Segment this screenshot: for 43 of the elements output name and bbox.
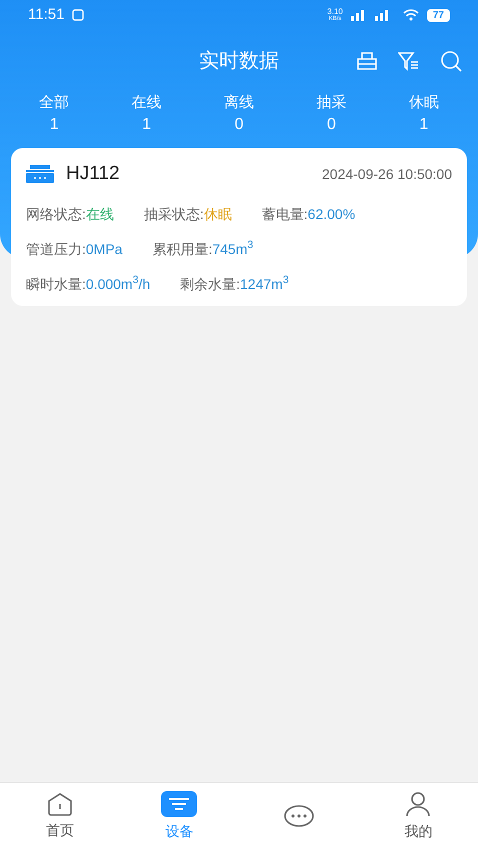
status-label[interactable]: 抽采 — [316, 92, 346, 114]
status-label[interactable]: 在线 — [132, 92, 162, 114]
device-icon — [161, 791, 198, 817]
update-time: 2024-09-26 10:50:00 — [322, 164, 452, 184]
field-value: 休眠 — [204, 204, 232, 224]
field-label: 剩余水量: — [180, 274, 240, 294]
status-count: 1 — [50, 115, 59, 135]
person-icon — [405, 791, 432, 817]
field-value: 745m$^{3}$ — [212, 238, 254, 258]
field-value: 62.00% — [308, 204, 356, 224]
wifi-icon — [402, 9, 419, 21]
status-label[interactable]: 离线 — [224, 92, 254, 114]
chat-bubble-icon — [282, 804, 315, 830]
nav-tab[interactable]: 首页 — [0, 783, 120, 850]
nav-tab[interactable]: 设备 — [120, 783, 239, 850]
field-value: 0.000m$^{3}$/h — [86, 274, 150, 294]
device-icon — [26, 165, 54, 184]
status-count: 0 — [326, 115, 336, 135]
field-label: 蓄电量: — [262, 204, 308, 224]
status-count: 1 — [142, 115, 152, 135]
field-value: 1247m$^{3}$ — [240, 274, 289, 294]
status-label[interactable]: 全部 — [39, 92, 70, 114]
nav-tab[interactable]: 我的 — [358, 783, 478, 850]
network-speed: 3.10 — [327, 8, 343, 16]
field-label: 瞬时水量: — [26, 274, 86, 294]
filter-icon[interactable] — [398, 51, 420, 71]
status-count: 1 — [419, 115, 428, 135]
printer-icon[interactable] — [356, 51, 378, 71]
field-value: 0MPa — [86, 240, 122, 258]
field-value: 在线 — [86, 204, 114, 224]
device-name: HJ112 — [66, 162, 120, 186]
field-label: 网络状态: — [26, 204, 86, 224]
device-card[interactable]: HJ112 2024-09-26 10:50:00 网络状态:在线 抽采状态:休眠 蓄电量:62.00% 管道压力:0MPa 累积用量:745m$^{3}$ 瞬时水量:0.000m$^{3}$/h 剩余水量:1247m$^{3}$ — [11, 148, 467, 306]
clock-time: 11:51 — [28, 4, 64, 25]
field-label: 管道压力: — [26, 240, 86, 258]
field-label: 抽采状态: — [144, 204, 204, 224]
page-title: 实时数据 — [199, 49, 279, 74]
field-label: 累积用量: — [152, 240, 212, 258]
home-icon — [46, 792, 73, 816]
status-count: 0 — [234, 115, 244, 135]
status-label[interactable]: 休眠 — [408, 92, 439, 114]
search-icon[interactable] — [440, 50, 462, 72]
notification-icon — [72, 9, 84, 21]
